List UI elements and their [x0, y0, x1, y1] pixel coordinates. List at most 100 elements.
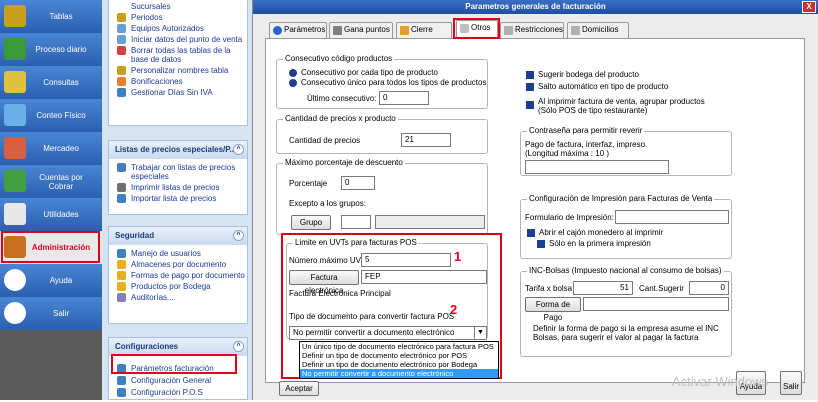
- tab-gana-puntos[interactable]: Gana puntos: [329, 22, 393, 38]
- users-icon: [117, 249, 126, 258]
- tipo-documento-options: Un único tipo de documento electrónico p…: [299, 341, 499, 379]
- tab-restricciones[interactable]: Restricciones: [500, 22, 564, 38]
- link-sucursales[interactable]: Sucursales: [109, 1, 247, 12]
- check-salto-automatico[interactable]: [526, 83, 534, 91]
- cantidad-precios-group: Cantidad de precios x producto Cantidad …: [276, 114, 488, 154]
- highlight-parametros-facturacion: [111, 354, 237, 374]
- audit-icon: [117, 293, 126, 302]
- list-icon: [117, 163, 126, 172]
- info-icon: [273, 26, 282, 35]
- link-manejo-usuarios[interactable]: Manejo de usuarios: [109, 248, 247, 259]
- gear-icon: [117, 376, 126, 385]
- megaphone-icon: [4, 137, 26, 159]
- listas-panel: Listas de precios especiales/P... ^ Traba…: [108, 140, 248, 215]
- collapse-icon[interactable]: ^: [233, 341, 244, 352]
- salir-button[interactable]: Salir: [780, 371, 802, 395]
- nav-item-utilidades[interactable]: Utilidades: [0, 198, 102, 231]
- cant-sugerir-input[interactable]: 0: [689, 281, 729, 295]
- grupo-button[interactable]: Grupo: [291, 215, 331, 230]
- link-productos-bodega[interactable]: Productos por Bodega: [109, 281, 247, 292]
- link-configuracion-general[interactable]: Configuración General: [109, 375, 247, 386]
- radio-consecutivo-unico[interactable]: [289, 79, 297, 87]
- nav-item-tablas[interactable]: Tablas: [0, 0, 102, 33]
- tab-parametros[interactable]: Parámetros: [269, 22, 327, 38]
- import-icon: [117, 194, 126, 203]
- delivery-icon: [571, 26, 580, 35]
- link-borrar-tablas[interactable]: Borrar todas las tablas de la base de da…: [109, 45, 247, 65]
- windows-activation-watermark: Activar Windows: [672, 374, 769, 389]
- check-abrir-cajon[interactable]: [527, 229, 535, 237]
- gift-icon: [117, 77, 126, 86]
- task-pane: Sucursales Periodos Equipos Autorizados …: [102, 0, 252, 400]
- notepad-icon: [4, 71, 26, 93]
- link-equipos-autorizados[interactable]: Equipos Autorizados: [109, 23, 247, 34]
- main-nav: Tablas Proceso diario Consultas Conteo F…: [0, 0, 102, 400]
- power-icon: [4, 302, 26, 324]
- aceptar-button[interactable]: Aceptar: [279, 381, 319, 396]
- grupo-desc-field: [375, 215, 485, 229]
- link-importar-lista[interactable]: Importar lista de precios: [109, 193, 247, 204]
- forma-pago-button[interactable]: Forma de Pago: [525, 297, 581, 322]
- close-icon[interactable]: X: [802, 1, 816, 13]
- forma-pago-input[interactable]: [583, 297, 729, 311]
- check-agrupar-productos[interactable]: [526, 101, 534, 109]
- parametros-dialog: Parametros generales de facturación X Par…: [252, 0, 818, 400]
- link-bonificaciones[interactable]: Bonificaciones: [109, 76, 247, 87]
- option-no-permitir[interactable]: No permitir convertir a documento electr…: [300, 369, 498, 378]
- link-periodos[interactable]: Periodos: [109, 12, 247, 23]
- tab-domicilios[interactable]: Domicilios: [567, 22, 629, 38]
- gear-icon: [117, 388, 126, 397]
- edit-icon: [117, 66, 126, 75]
- shield-icon: [117, 271, 126, 280]
- option-unico-tipo[interactable]: Un único tipo de documento electrónico p…: [300, 342, 498, 351]
- table-icon: [4, 5, 26, 27]
- seguridad-panel: Seguridad ^ Manejo de usuarios Almacenes …: [108, 226, 248, 324]
- highlight-tab-otros: [453, 18, 500, 39]
- link-formas-pago[interactable]: Formas de pago por documento: [109, 270, 247, 281]
- link-iniciar-datos[interactable]: Iniciar datos del punto de venta: [109, 34, 247, 45]
- formulario-impresion-input[interactable]: [615, 210, 729, 224]
- collapse-icon[interactable]: ^: [233, 144, 244, 155]
- ultimo-consecutivo-input[interactable]: 0: [379, 91, 429, 105]
- check-solo-primera[interactable]: [537, 240, 545, 248]
- option-por-pos[interactable]: Definir un tipo de documento electrónico…: [300, 351, 498, 360]
- nav-item-mercadeo[interactable]: Mercadeo: [0, 132, 102, 165]
- radio-consecutivo-por-tipo[interactable]: [289, 69, 297, 77]
- cantidad-precios-input[interactable]: 21: [401, 133, 451, 147]
- tab-cierre-diario[interactable]: Cierre diario: [396, 22, 452, 48]
- link-gestionar-dias-sin-iva[interactable]: Gestionar Días Sin IVA: [109, 87, 247, 98]
- check-sugerir-bodega[interactable]: [526, 71, 534, 79]
- contrasena-group: Contraseña para permitir reverir Pago de…: [520, 126, 732, 176]
- contrasena-input[interactable]: [525, 160, 669, 174]
- listas-panel-header[interactable]: Listas de precios especiales/P... ^: [109, 141, 247, 159]
- calendar-icon: [117, 88, 126, 97]
- link-trabajar-listas[interactable]: Trabajar con listas de precios especiale…: [109, 162, 247, 182]
- otros-tab-page: Consecutivo código productos Consecutivo…: [265, 38, 805, 395]
- nav-item-conteo-fisico[interactable]: Conteo Físico: [0, 99, 102, 132]
- money-icon: [4, 170, 26, 192]
- help-icon: [4, 269, 26, 291]
- link-auditorias[interactable]: Auditorías...: [109, 292, 247, 303]
- tarifa-bolsa-input[interactable]: 51: [573, 281, 633, 295]
- delete-icon: [117, 46, 126, 55]
- collapse-icon[interactable]: ^: [233, 230, 244, 241]
- link-personalizar-nombres[interactable]: Personalizar nombres tabla: [109, 65, 247, 76]
- grupo-code-input[interactable]: [341, 215, 371, 229]
- porcentaje-input[interactable]: 0: [341, 176, 375, 190]
- computer-icon: [117, 24, 126, 33]
- nav-item-proceso-diario[interactable]: Proceso diario: [0, 33, 102, 66]
- link-imprimir-listas[interactable]: Imprimir listas de precios: [109, 182, 247, 193]
- tablas-panel: Sucursales Periodos Equipos Autorizados …: [108, 0, 248, 126]
- shield-icon: [117, 260, 126, 269]
- nav-item-consultas[interactable]: Consultas: [0, 66, 102, 99]
- dialog-title: Parametros generales de facturación X: [253, 0, 818, 14]
- nav-item-salir[interactable]: Salir: [0, 297, 102, 330]
- link-almacenes-documento[interactable]: Almacenes por documento: [109, 259, 247, 270]
- seguridad-panel-header[interactable]: Seguridad ^: [109, 227, 247, 245]
- nav-item-cuentas-por-cobrar[interactable]: Cuentas por Cobrar: [0, 165, 102, 198]
- link-configuracion-pos[interactable]: Configuración P.O.S: [109, 387, 247, 398]
- count-icon: [4, 104, 26, 126]
- option-por-bodega[interactable]: Definir un tipo de documento electrónico…: [300, 360, 498, 369]
- calendar-icon: [117, 13, 126, 22]
- nav-item-ayuda[interactable]: Ayuda: [0, 264, 102, 297]
